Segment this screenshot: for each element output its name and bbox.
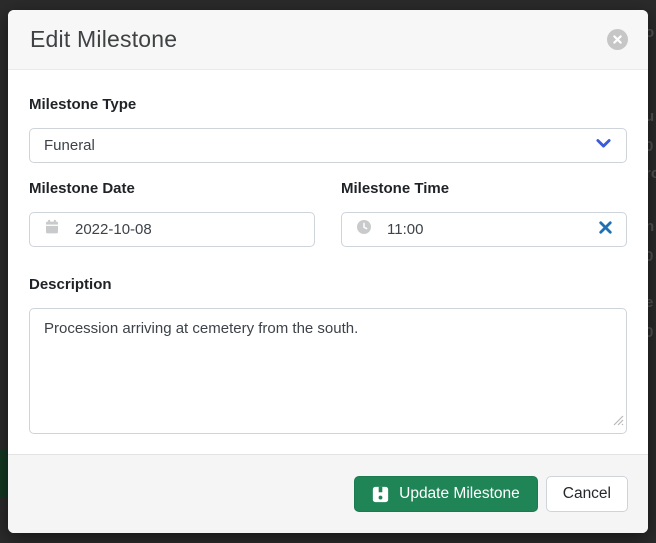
- milestone-time-value: 11:00: [387, 221, 423, 238]
- calendar-icon: [44, 219, 60, 240]
- clear-time-icon[interactable]: [599, 221, 612, 239]
- milestone-date-label: Milestone Date: [29, 179, 315, 198]
- milestone-date-input[interactable]: 2022-10-08: [29, 212, 315, 247]
- chevron-down-icon: [595, 135, 612, 157]
- edit-milestone-modal: Edit Milestone Milestone Type Funeral Mi…: [8, 10, 648, 533]
- save-icon: [372, 486, 389, 503]
- resize-handle-icon[interactable]: [611, 413, 624, 431]
- close-button[interactable]: [607, 29, 628, 50]
- description-label: Description: [29, 275, 627, 294]
- milestone-time-label: Milestone Time: [341, 179, 627, 198]
- description-textarea[interactable]: Procession arriving at cemetery from the…: [29, 308, 627, 434]
- update-milestone-button[interactable]: Update Milestone: [354, 476, 538, 512]
- modal-body: Milestone Type Funeral Milestone Date: [8, 70, 648, 454]
- milestone-time-input[interactable]: 11:00: [341, 212, 627, 247]
- clock-icon: [356, 219, 372, 240]
- milestone-time-group: Milestone Time 11:00: [341, 179, 627, 247]
- close-icon: [613, 35, 622, 44]
- backdrop-dimmed-button-fragment: [0, 450, 8, 497]
- description-value: Procession arriving at cemetery from the…: [44, 320, 358, 337]
- milestone-type-label: Milestone Type: [29, 95, 627, 114]
- date-time-row: Milestone Date 2022-10-08 Milestone Time: [29, 179, 627, 247]
- modal-header: Edit Milestone: [8, 10, 648, 70]
- milestone-date-value: 2022-10-08: [75, 221, 152, 238]
- milestone-type-value: Funeral: [44, 137, 95, 154]
- cancel-button[interactable]: Cancel: [546, 476, 628, 512]
- screen: { "backdrop": { "fragments": [ { "glyph"…: [0, 0, 656, 543]
- modal-title: Edit Milestone: [30, 26, 177, 53]
- modal-footer: Update Milestone Cancel: [8, 454, 648, 533]
- milestone-date-group: Milestone Date 2022-10-08: [29, 179, 315, 247]
- milestone-type-select[interactable]: Funeral: [29, 128, 627, 163]
- update-milestone-label: Update Milestone: [399, 485, 520, 503]
- cancel-label: Cancel: [563, 485, 611, 503]
